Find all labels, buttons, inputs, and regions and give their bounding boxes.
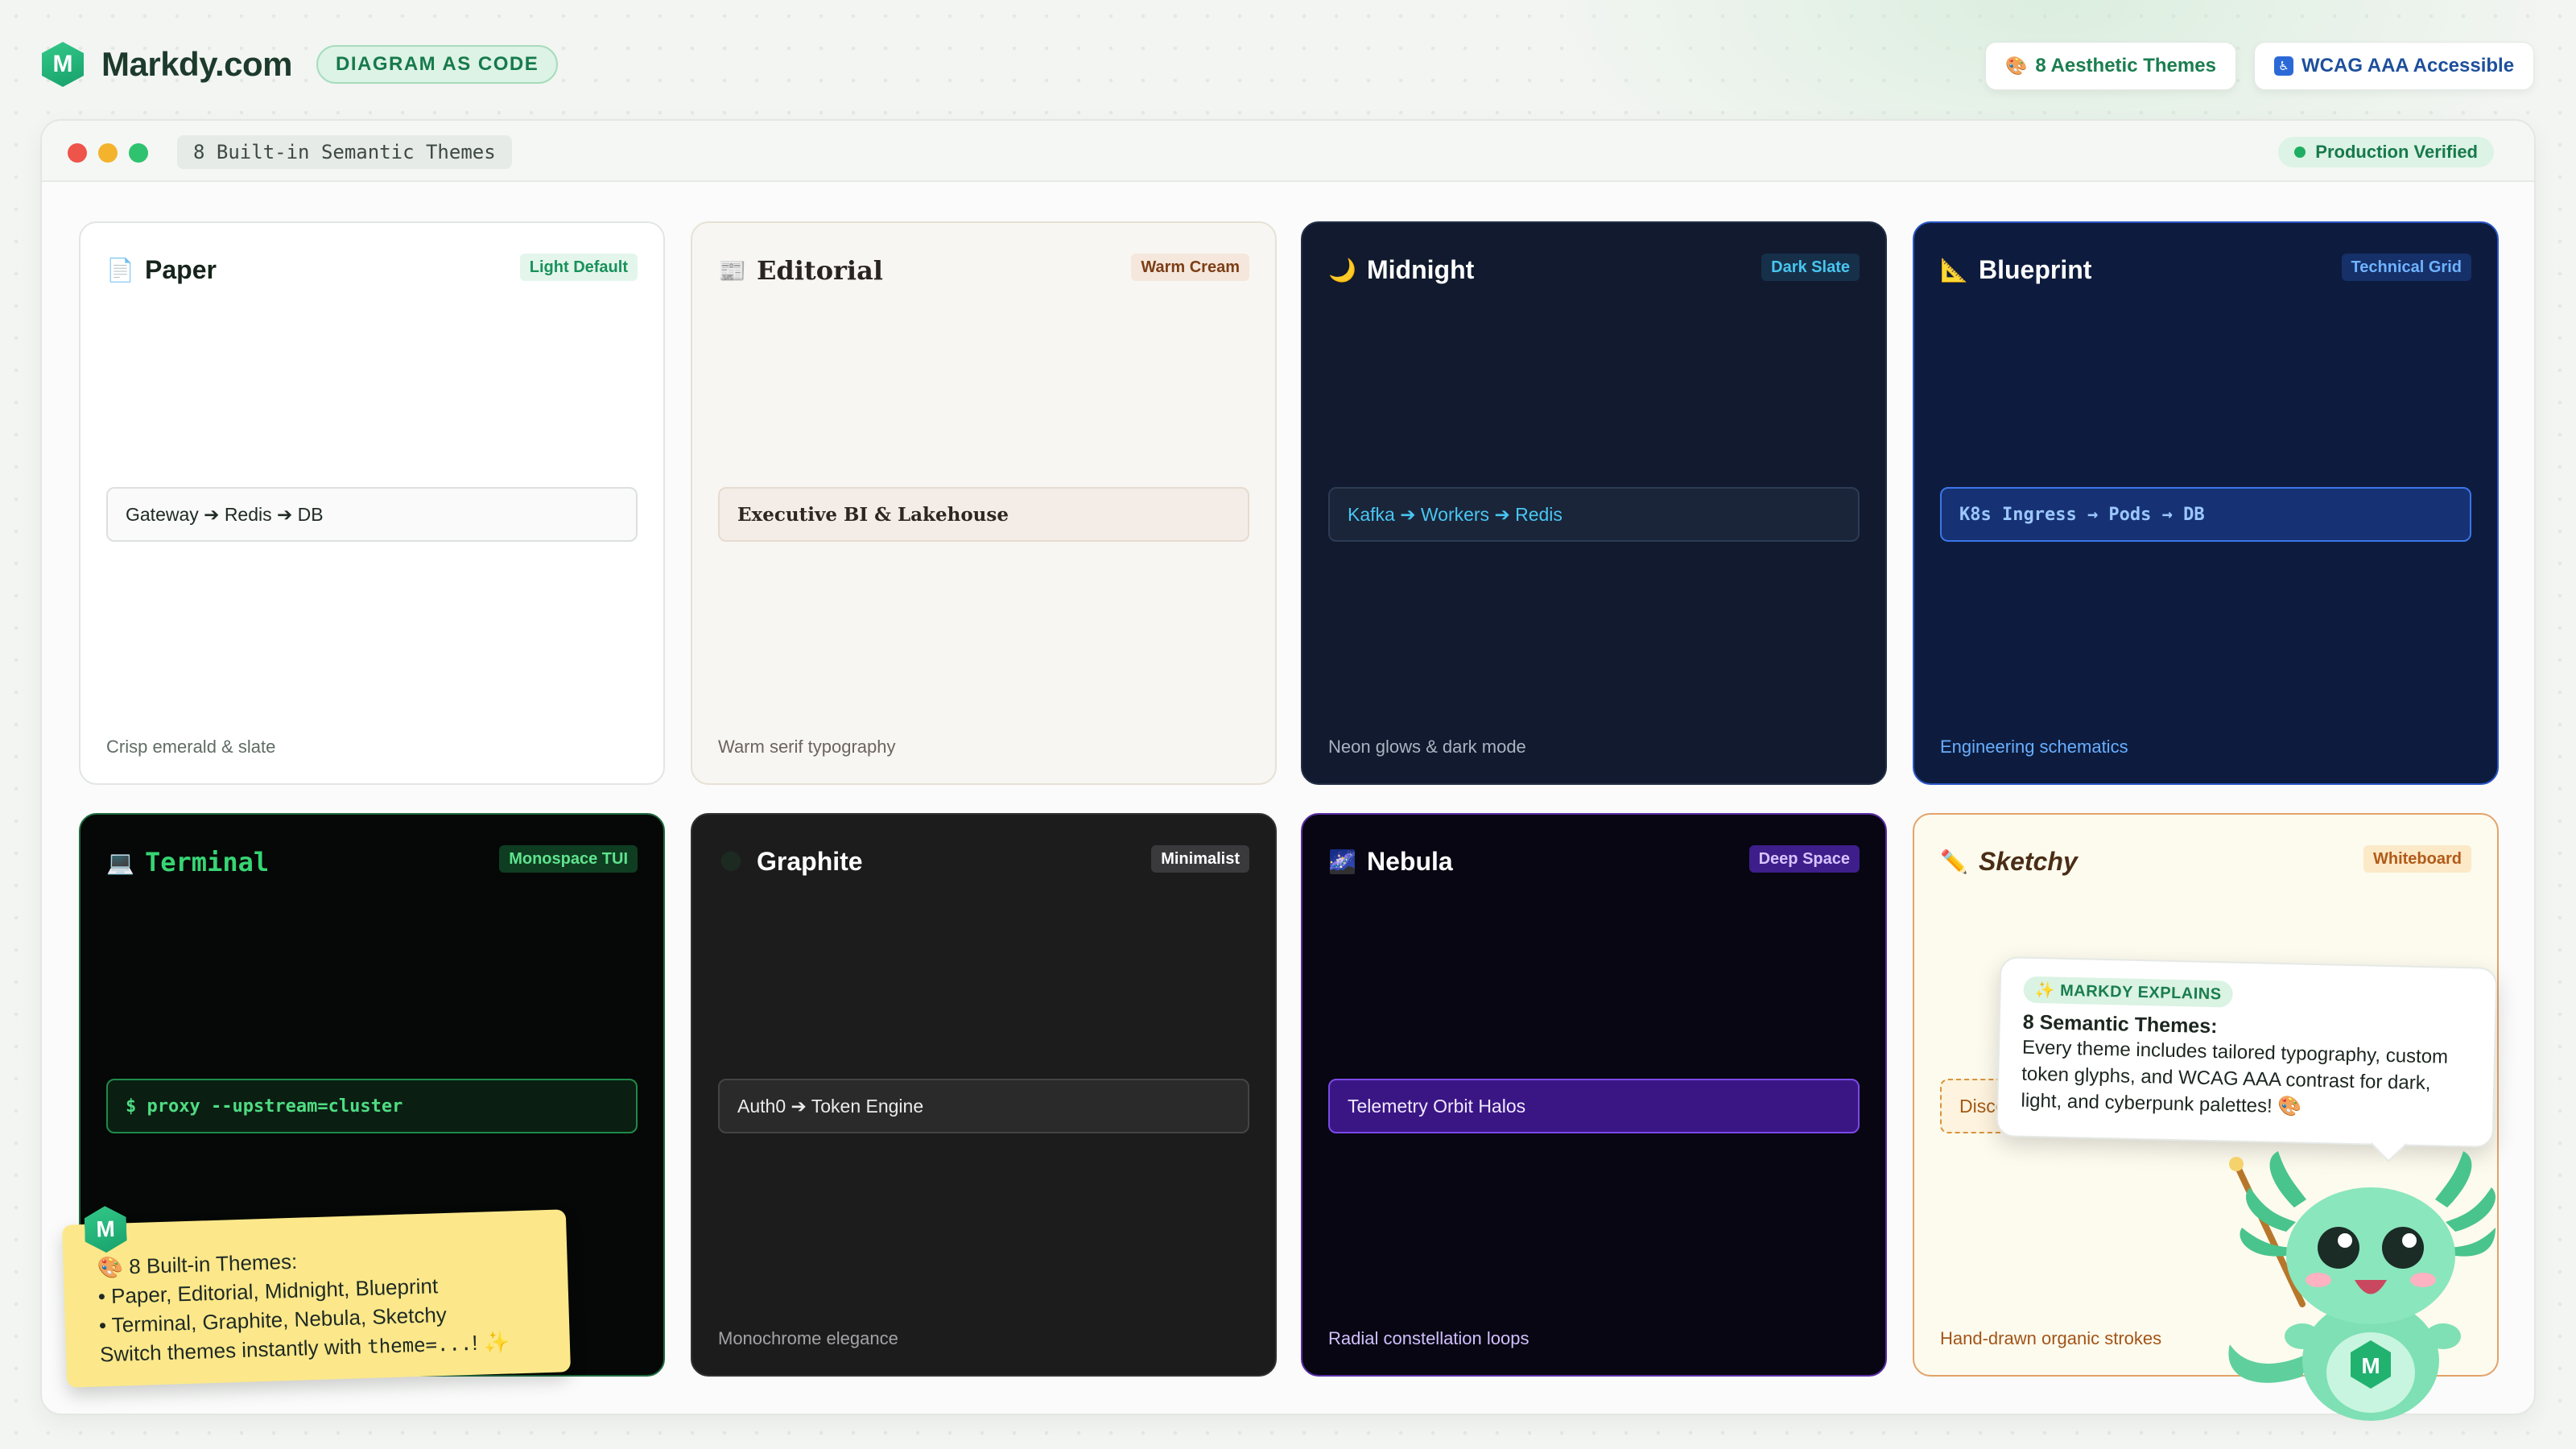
theme-card-blueprint[interactable]: 📐 Blueprint Technical Grid K8s Ingress →…	[1913, 221, 2499, 785]
theme-flow-preview: Gateway ➔ Redis ➔ DB	[106, 487, 638, 542]
wcag-label: WCAG AAA Accessible	[2301, 55, 2515, 76]
moon-icon: 🌙	[1328, 258, 1356, 283]
theme-name: Paper	[145, 255, 217, 284]
theme-flow-preview: Telemetry Orbit Halos	[1328, 1079, 1860, 1133]
palette-icon: 🎨	[2005, 56, 2028, 76]
brand[interactable]: M Markdy.com DIAGRAM AS CODE	[42, 42, 559, 87]
theme-code-snippet: theme=...	[366, 1331, 473, 1359]
sticky-note: M 🎨 8 Built-in Themes: • Paper, Editoria…	[61, 1209, 572, 1388]
theme-description: Warm serif typography	[718, 737, 896, 757]
markdy-explains-bubble: ✨ MARKDY EXPLAINS 8 Semantic Themes: Eve…	[1996, 956, 2498, 1148]
markdy-explains-tag: ✨ MARKDY EXPLAINS	[2023, 976, 2233, 1008]
sticky-line-text: Switch themes instantly with	[99, 1334, 368, 1367]
theme-description: Monochrome elegance	[718, 1328, 898, 1348]
wcag-pill[interactable]: ♿ WCAG AAA Accessible	[2254, 42, 2535, 90]
theme-badge: Technical Grid	[2341, 254, 2471, 281]
aesthetic-themes-pill[interactable]: 🎨 8 Aesthetic Themes	[1985, 42, 2236, 90]
axolotl-mascot-icon: M	[2228, 1151, 2496, 1421]
production-verified-label: Production Verified	[2315, 142, 2478, 162]
theme-badge: Monospace TUI	[499, 845, 638, 873]
theme-flow-preview: $ proxy --upstream=cluster	[106, 1079, 638, 1133]
theme-flow-preview: Executive BI & Lakehouse	[718, 487, 1249, 542]
theme-name: Terminal	[145, 847, 270, 877]
theme-card-editorial[interactable]: 📰 Editorial Warm Cream Executive BI & La…	[691, 221, 1277, 785]
computer-icon: 💻	[106, 849, 134, 875]
accessibility-icon: ♿	[2274, 56, 2293, 76]
theme-flow-preview: K8s Ingress → Pods → DB	[1940, 487, 2471, 542]
theme-description: Hand-drawn organic strokes	[1940, 1328, 2162, 1348]
pencil-icon: ✏️	[1940, 849, 1968, 874]
svg-text:M: M	[2361, 1353, 2380, 1378]
theme-description: Crisp emerald & slate	[106, 737, 276, 757]
theme-description: Radial constellation loops	[1328, 1328, 1530, 1348]
new-moon-icon: 🌑	[719, 849, 743, 874]
theme-badge: Dark Slate	[1761, 254, 1860, 281]
production-verified-badge: Production Verified	[2278, 137, 2494, 167]
theme-name: Blueprint	[1979, 255, 2092, 284]
theme-name: Sketchy	[1979, 847, 2078, 876]
theme-card-graphite[interactable]: 🌑 Graphite Minimalist Auth0 ➔ Token Engi…	[691, 813, 1277, 1377]
status-dot-icon	[2294, 147, 2306, 158]
window-title: 8 Built-in Semantic Themes	[177, 135, 512, 169]
theme-flow-preview: Auth0 ➔ Token Engine	[718, 1079, 1249, 1133]
maximize-window-button[interactable]	[129, 143, 148, 163]
triangle-ruler-icon: 📐	[1940, 258, 1968, 283]
sticky-line-text: ! ✨	[471, 1329, 510, 1355]
brand-name: Markdy.com	[101, 45, 292, 83]
header: M Markdy.com DIAGRAM AS CODE 🎨 8 Aesthet…	[0, 0, 2576, 121]
theme-card-midnight[interactable]: 🌙 Midnight Dark Slate Kafka ➔ Workers ➔ …	[1301, 221, 1887, 785]
theme-card-paper[interactable]: 📄 Paper Light Default Gateway ➔ Redis ➔ …	[79, 221, 665, 785]
theme-description: Engineering schematics	[1940, 737, 2128, 757]
theme-name: Editorial	[757, 255, 883, 286]
theme-card-nebula[interactable]: 🌌 Nebula Deep Space Telemetry Orbit Halo…	[1301, 813, 1887, 1377]
theme-flow-preview: Kafka ➔ Workers ➔ Redis	[1328, 487, 1860, 542]
document-icon: 📄	[106, 258, 134, 283]
theme-description: Neon glows & dark mode	[1328, 737, 1526, 757]
theme-name: Graphite	[757, 847, 863, 876]
theme-badge: Minimalist	[1151, 845, 1249, 873]
aesthetic-themes-label: 8 Aesthetic Themes	[2035, 55, 2216, 76]
theme-badge: Deep Space	[1748, 845, 1860, 873]
theme-badge: Whiteboard	[2363, 845, 2471, 873]
markdy-logo-icon: M	[42, 42, 84, 87]
brand-tag: DIAGRAM AS CODE	[316, 45, 559, 84]
theme-badge: Warm Cream	[1131, 254, 1249, 281]
galaxy-icon: 🌌	[1328, 849, 1356, 874]
theme-name: Midnight	[1367, 255, 1475, 284]
window-titlebar: 8 Built-in Semantic Themes Production Ve…	[42, 121, 2534, 182]
bubble-body: Every theme includes tailored typography…	[2021, 1036, 2449, 1118]
theme-badge: Light Default	[519, 254, 638, 281]
newspaper-icon: 📰	[718, 258, 746, 283]
close-window-button[interactable]	[68, 143, 87, 163]
minimize-window-button[interactable]	[98, 143, 118, 163]
theme-name: Nebula	[1367, 847, 1453, 876]
